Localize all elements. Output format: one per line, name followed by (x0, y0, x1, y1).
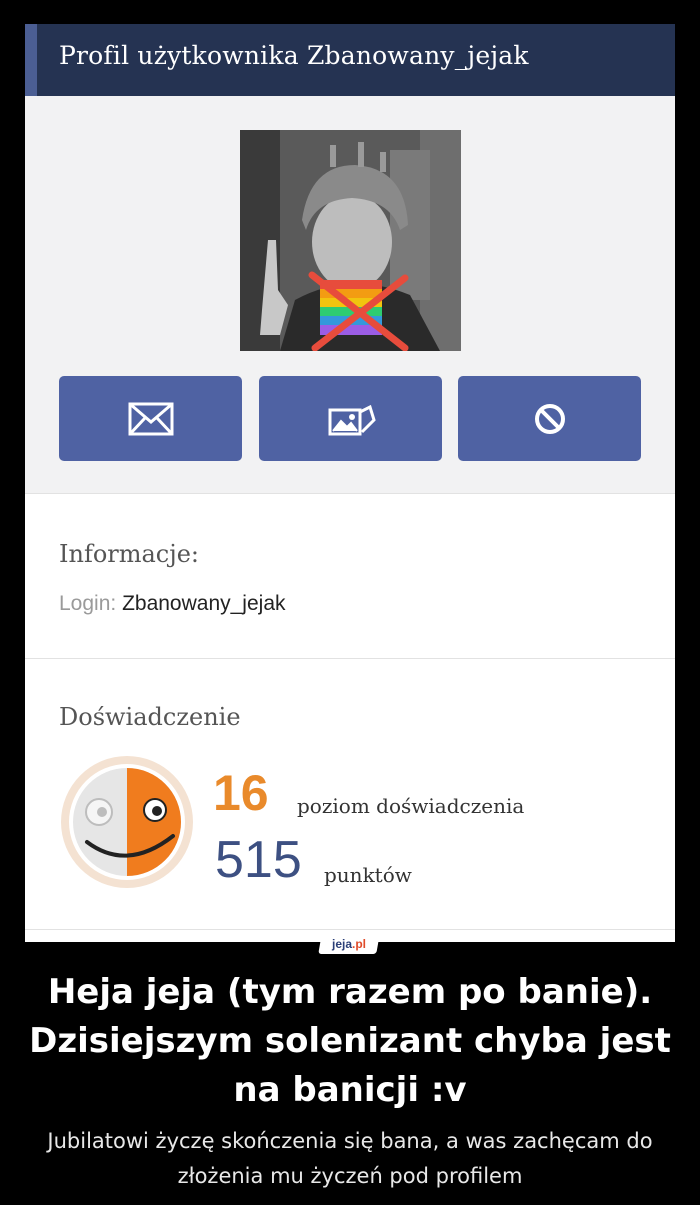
divider (25, 929, 675, 930)
experience-section-title: Doświadczenie (59, 703, 241, 731)
jeja-logo: jeja.pl (318, 934, 380, 954)
ban-button[interactable] (458, 376, 641, 461)
experience-badge (59, 754, 195, 890)
login-label: Login: (59, 592, 117, 615)
gallery-button[interactable] (259, 376, 442, 461)
profile-header: Profil użytkownika Zbanowany_jejak (25, 24, 675, 96)
level-value: 16 (213, 765, 269, 821)
login-value: Zbanowany_jejak (122, 592, 286, 615)
caption-subtitle: Jubilatowi życzę skończenia się bana, a … (47, 1129, 653, 1188)
info-section-title: Informacje: (59, 540, 199, 568)
login-row: Login: Zbanowany_jejak (59, 592, 286, 616)
profile-area (25, 96, 675, 494)
points-value: 515 (215, 831, 302, 889)
gallery-icon (328, 404, 376, 435)
ban-icon (534, 403, 565, 434)
send-message-button[interactable] (59, 376, 242, 461)
jeja-logo-domain: .pl (352, 937, 366, 951)
page-title: Profil użytkownika Zbanowany_jejak (59, 41, 529, 70)
caption-title: Heja jeja (tym razem po banie). Dzisiejs… (29, 972, 671, 1110)
profile-panel: Profil użytkownika Zbanowany_jejak Infor… (25, 24, 675, 942)
envelope-icon (128, 402, 173, 435)
points-label: punktów (324, 863, 412, 887)
jeja-logo-brand: jeja (331, 937, 352, 951)
avatar (240, 130, 461, 351)
divider (25, 658, 675, 659)
level-label: poziom doświadczenia (297, 794, 525, 818)
